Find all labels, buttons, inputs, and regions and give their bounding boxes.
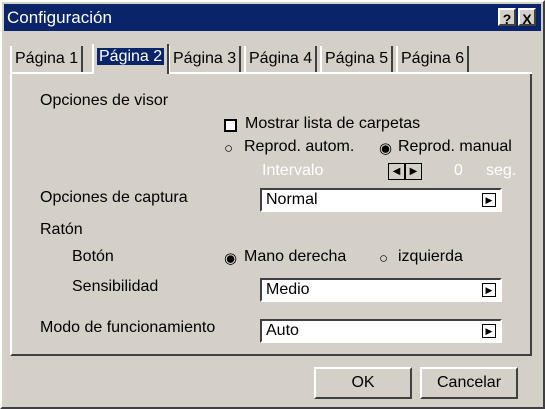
tab-pagina-5[interactable]: Página 5	[320, 46, 394, 72]
show-folder-list-label: Mostrar lista de carpetas	[245, 115, 421, 132]
operation-mode-label: Modo de funcionamiento	[40, 319, 216, 336]
interval-value: 0	[454, 162, 463, 179]
cancel-button[interactable]: Cancelar	[420, 367, 518, 399]
capture-options-select[interactable]: Normal ▶	[260, 188, 502, 212]
tab-pagina-1[interactable]: Página 1	[10, 46, 84, 72]
right-hand-label: Mano derecha	[244, 248, 347, 265]
interval-increase-arrow-icon[interactable]: ▶	[405, 163, 422, 180]
settings-dialog: Configuración ? X Página 1 Página 2 Pági…	[0, 0, 545, 409]
operation-mode-select[interactable]: Auto ▶	[260, 319, 502, 343]
capture-options-value: Normal	[266, 191, 318, 208]
operation-mode-value: Auto	[266, 322, 299, 339]
interval-label: Intervalo	[262, 162, 324, 179]
show-folder-list-checkbox[interactable]	[224, 119, 237, 132]
dropdown-arrow-icon[interactable]: ▶	[482, 193, 496, 207]
dropdown-arrow-icon[interactable]: ▶	[482, 324, 496, 338]
help-icon[interactable]: ?	[498, 8, 516, 27]
title-bar: Configuración ? X	[4, 4, 541, 31]
mouse-button-label: Botón	[72, 248, 114, 265]
left-hand-label: izquierda	[398, 248, 463, 265]
sensitivity-label: Sensibilidad	[72, 278, 159, 295]
manual-play-radio[interactable]: ◉	[379, 141, 392, 157]
manual-play-label: Reprod. manual	[398, 138, 512, 155]
ok-button[interactable]: OK	[314, 367, 412, 399]
viewer-options-heading: Opciones de visor	[40, 92, 169, 109]
auto-play-radio[interactable]: ○	[224, 141, 233, 157]
tab-pagina-6[interactable]: Página 6	[396, 46, 470, 72]
capture-options-label: Opciones de captura	[40, 189, 188, 206]
interval-unit: seg.	[486, 162, 517, 179]
tab-pagina-2[interactable]: Página 2	[92, 44, 170, 74]
auto-play-label: Reprod. autom.	[244, 138, 355, 155]
sensitivity-value: Medio	[266, 281, 310, 298]
tab-pagina-4[interactable]: Página 4	[244, 46, 318, 72]
mouse-heading: Ratón	[40, 221, 83, 238]
window-title: Configuración	[7, 8, 112, 27]
interval-decrease-arrow-icon[interactable]: ◀	[388, 163, 405, 180]
left-hand-radio[interactable]: ○	[379, 251, 388, 267]
right-hand-radio[interactable]: ◉	[224, 251, 237, 267]
dropdown-arrow-icon[interactable]: ▶	[482, 283, 496, 297]
close-icon[interactable]: X	[518, 8, 536, 27]
tab-pagina-3[interactable]: Página 3	[168, 46, 242, 72]
sensitivity-select[interactable]: Medio ▶	[260, 278, 502, 302]
